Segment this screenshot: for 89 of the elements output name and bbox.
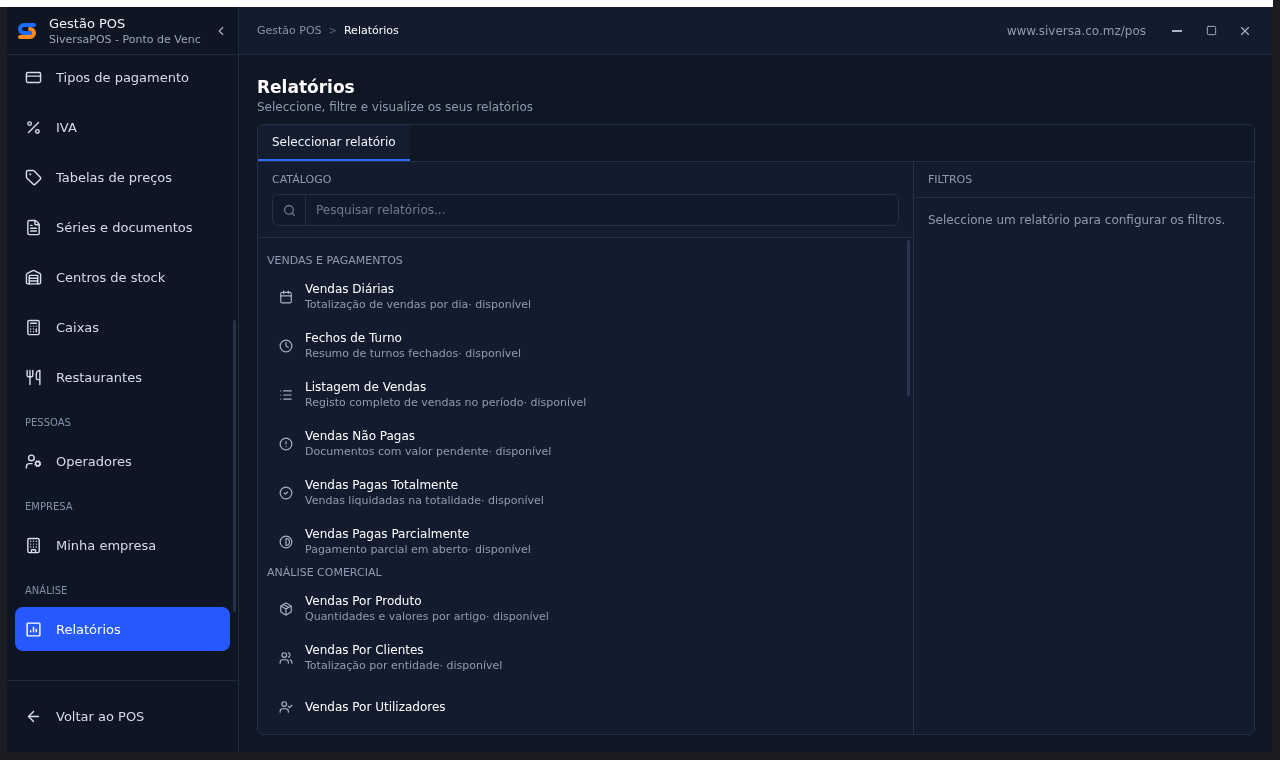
sidebar-item[interactable]: Caixas [15, 305, 230, 349]
search-field[interactable]: Pesquisar relatórios... [272, 194, 899, 226]
sidebar-label: Minha empresa [56, 537, 157, 553]
back-link[interactable]: Voltar ao POS [7, 696, 163, 737]
list-icon [279, 387, 293, 402]
people-icon [279, 650, 293, 665]
user-check-icon [279, 699, 293, 714]
bar-chart-icon [25, 620, 42, 638]
report-description: Registo completo de vendas no período· disponível [305, 395, 587, 410]
sidebar-item[interactable]: IVA [15, 105, 230, 149]
check-circle-icon [279, 485, 293, 500]
cutlery-icon [25, 368, 42, 386]
report-item[interactable]: Vendas Pagas Totalmente Vendas liquidadas na totalidade· disponível [267, 468, 913, 517]
alert-circle-icon [279, 436, 293, 451]
section-label: PESSOAS [24, 416, 72, 430]
logo-icon [17, 21, 37, 40]
sidebar-item[interactable]: Centros de stock [15, 255, 230, 299]
report-description: Quantidades e valores por artigo· disponível [305, 609, 549, 624]
report-title: Vendas Não Pagas [305, 428, 417, 444]
sidebar-item[interactable]: Tipos de pagamento [15, 55, 230, 99]
report-title: Vendas Por Utilizadores [305, 698, 446, 715]
url-text: www.siversa.co.mz/pos [1006, 23, 1146, 38]
sidebar-item[interactable]: Minha empresa [15, 523, 230, 567]
sidebar-label: Séries e documentos [56, 219, 193, 235]
breadcrumb-separator: > [328, 25, 337, 36]
warehouse-icon [25, 268, 42, 286]
report-title: Listagem de Vendas [305, 379, 428, 395]
report-title: Vendas Por Produto [305, 593, 423, 609]
report-title: Vendas Por Clientes [305, 642, 425, 658]
sidebar-label: Relatórios [56, 621, 121, 637]
sidebar-label: Operadores [56, 453, 132, 469]
tag-icon [25, 168, 42, 186]
sidebar-label: Restaurantes [56, 369, 142, 385]
search-icon [282, 203, 296, 217]
sidebar-item[interactable]: Tabelas de preços [15, 155, 230, 199]
group-title: VENDAS E PAGAMENTOS [267, 254, 404, 269]
report-item[interactable]: Vendas Diárias Totalização de vendas por dia· disponível [267, 272, 913, 321]
minimize-icon [1172, 29, 1182, 32]
report-description: Pagamento parcial em aberto· disponível [305, 542, 531, 557]
report-title: Vendas Pagas Totalmente [305, 477, 460, 493]
building-icon [25, 536, 42, 554]
user-gear-icon [25, 452, 42, 470]
report-title: Fechos de Turno [305, 330, 403, 346]
calendar-icon [279, 289, 293, 304]
report-description: Totalização por entidade· disponível [305, 658, 503, 673]
tab[interactable]: Seleccionar relatório [258, 125, 410, 161]
sidebar-label: Tabelas de preços [56, 169, 173, 185]
report-title: Vendas Diárias [305, 281, 396, 297]
report-item[interactable]: Vendas Por Utilizadores [267, 682, 913, 731]
sidebar-label: Tipos de pagamento [56, 69, 190, 85]
breadcrumb-item[interactable]: Gestão POS [257, 24, 322, 37]
catalog-label: CATÁLOGO [272, 173, 333, 186]
section-label: ANÁLISE [24, 583, 69, 598]
section-label: EMPRESA [24, 500, 74, 514]
half-circle-icon [279, 534, 293, 549]
calculator-icon [25, 318, 42, 336]
app-title: Gestão POS [49, 14, 127, 32]
breadcrumb-item: Relatórios [343, 24, 399, 37]
page-title: Relatórios [257, 76, 356, 99]
sidebar-label: Caixas [56, 319, 100, 335]
report-item[interactable]: Vendas Não Pagas Documentos com valor pendente· disponível [267, 419, 913, 468]
report-item[interactable]: Fechos de Turno Resumo de turnos fechados· disponível [267, 321, 913, 370]
maximize-icon [1205, 25, 1217, 36]
filters-label: FILTROS [928, 173, 973, 186]
percent-icon [25, 118, 42, 136]
sidebar-label: Centros de stock [56, 269, 166, 285]
sidebar-item[interactable]: Operadores [15, 439, 230, 483]
sidebar-item[interactable]: Restaurantes [15, 355, 230, 399]
report-item[interactable]: Vendas Pagas Parcialmente Pagamento parcial em aberto· disponível [267, 517, 913, 566]
report-item[interactable]: Vendas Por Clientes Totalização por entidade· disponível [267, 633, 913, 682]
document-icon [25, 218, 42, 236]
app-subtitle: SiversaPOS - Ponto de Venc [49, 31, 202, 47]
report-description: Totalização de vendas por dia· disponível [305, 297, 532, 312]
report-item[interactable]: Vendas Por Produto Quantidades e valores por artigo· disponível [267, 584, 913, 633]
sidebar-item[interactable]: Relatórios [15, 607, 230, 651]
report-description: Resumo de turnos fechados· disponível [305, 346, 522, 361]
search-input[interactable]: Pesquisar relatórios... [306, 203, 898, 217]
report-title: Vendas Pagas Parcialmente [305, 526, 471, 542]
sidebar-label: IVA [56, 119, 77, 135]
clock-icon [279, 338, 293, 353]
report-description: Documentos com valor pendente· disponível [305, 444, 552, 459]
box-icon [279, 601, 293, 616]
report-description: Vendas liquidadas na totalidade· disponível [305, 493, 544, 508]
page-subtitle: Seleccione, filtre e visualize os seus relatórios [257, 99, 535, 116]
group-title: ANÁLISE COMERCIAL [267, 566, 383, 581]
sidebar-item[interactable]: Séries e documentos [15, 205, 230, 249]
filters-message: Seleccione um relatório para configurar os filtros. [927, 212, 1227, 229]
report-item[interactable]: Listagem de Vendas Registo completo de vendas no período· disponível [267, 370, 913, 419]
back-label: Voltar ao POS [56, 709, 145, 724]
